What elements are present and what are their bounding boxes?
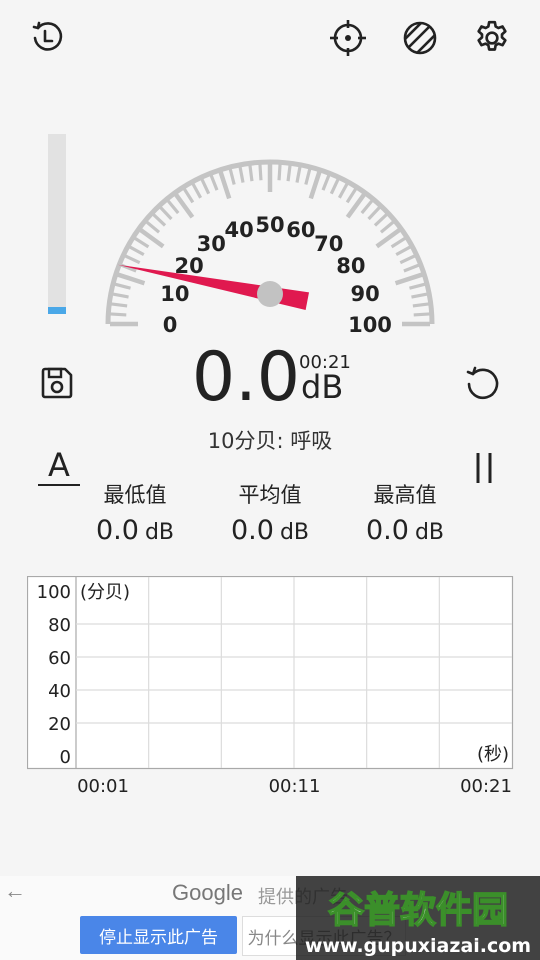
gauge-tick xyxy=(218,171,232,200)
theme-button[interactable] xyxy=(398,16,442,60)
stat-avg-label: 平均值 xyxy=(238,483,302,507)
gauge-tick xyxy=(159,206,173,221)
gauge-label: 0 xyxy=(163,313,178,333)
stat-avg: 平均值 0.0 dB xyxy=(200,480,340,554)
gauge-tick xyxy=(277,164,282,181)
stat-min: 最低值 0.0 dB xyxy=(65,480,205,554)
gauge-tick xyxy=(329,178,340,195)
gauge-tick xyxy=(124,254,141,265)
watermark-title: 谷普软件园 xyxy=(328,890,508,931)
level-meter-fill xyxy=(48,306,66,314)
chart-y-tick-label: 60 xyxy=(48,648,71,669)
gauge-tick xyxy=(248,165,254,182)
chart-y-label: (分贝) xyxy=(80,582,130,603)
chart-y-tick-label: 0 xyxy=(60,747,71,768)
gauge-label: 60 xyxy=(286,218,315,242)
gauge-tick xyxy=(399,254,416,265)
gauge-label: 70 xyxy=(314,232,343,256)
watermark-url: www.gupuxiazai.com xyxy=(305,935,531,957)
gauge-hub xyxy=(257,281,283,307)
gauge-tick xyxy=(209,174,219,191)
history-button[interactable] xyxy=(26,16,70,60)
gauge-label: 90 xyxy=(350,282,379,306)
chart-y-tick-label: 20 xyxy=(48,714,71,735)
crosshair-icon xyxy=(330,20,366,56)
stop-ad-button[interactable]: 停止显示此广告 xyxy=(80,916,237,954)
gear-icon xyxy=(477,20,507,51)
stat-avg-value: 0.0 dB xyxy=(230,515,309,546)
gauge-tick xyxy=(345,188,358,204)
gauge-tick xyxy=(394,272,423,286)
stat-min-label: 最低值 xyxy=(103,483,167,507)
gauge-label: 30 xyxy=(197,232,226,256)
gauge-tick xyxy=(200,178,211,195)
gauge-tick xyxy=(379,220,395,234)
chart-x-tick-label: 00:01 xyxy=(77,776,129,797)
gauge-label: 80 xyxy=(336,254,365,278)
chart-y-tick-label: 100 xyxy=(37,582,71,603)
gauge-tick xyxy=(228,168,236,185)
stat-min-value: 0.0 dB xyxy=(95,515,174,546)
gauge-tick xyxy=(258,164,263,181)
gauge-tick xyxy=(134,236,150,249)
ad-back-icon[interactable]: ← xyxy=(4,878,26,904)
sound-level-unit: dB xyxy=(301,368,344,406)
gauge-tick xyxy=(403,263,420,273)
gauge: 010203040 50 60708090100 xyxy=(105,159,435,333)
gauge-tick xyxy=(412,302,429,308)
watermark-logo: 谷普软件园 www.gupuxiazai.com xyxy=(296,876,540,960)
save-button[interactable] xyxy=(35,361,79,405)
calibrate-button[interactable] xyxy=(326,16,370,60)
chart-x-tick-label: 00:21 xyxy=(460,776,512,797)
gauge-tick xyxy=(129,245,145,257)
gauge-tick xyxy=(304,168,312,185)
sound-level-value: 0.0 xyxy=(191,338,300,417)
gauge-label: 40 xyxy=(224,218,253,242)
reset-icon xyxy=(466,366,499,400)
gauge-tick xyxy=(166,199,180,215)
gauge-tick xyxy=(114,282,131,290)
stat-max-label: 最高值 xyxy=(373,483,437,507)
chart-x-label: (秒) xyxy=(477,744,509,765)
gauge-label: 10 xyxy=(160,282,189,306)
stat-max: 最高值 0.0 dB xyxy=(335,480,475,554)
chart-y-tick-label: 40 xyxy=(48,681,71,702)
gauge-tick xyxy=(411,292,428,299)
gauge-tick xyxy=(145,220,161,234)
gauge-tick xyxy=(117,272,146,286)
gauge-tick xyxy=(295,166,302,183)
gauge-tick xyxy=(112,292,129,299)
gauge-tick xyxy=(337,183,349,199)
gauge-tick xyxy=(191,183,203,199)
level-description: 10分贝: 呼吸 xyxy=(207,429,333,453)
hatched-circle-icon xyxy=(403,21,437,55)
gauge-tick xyxy=(111,302,128,308)
gauge-tick xyxy=(308,171,322,200)
gauge-tick xyxy=(238,166,245,183)
gauge-tick xyxy=(286,165,292,182)
stat-max-value: 0.0 dB xyxy=(365,515,444,546)
gauge-tick xyxy=(413,312,430,317)
gauge-tick xyxy=(409,282,426,290)
reset-button[interactable] xyxy=(461,361,505,405)
save-icon xyxy=(41,367,73,399)
level-meter xyxy=(48,134,66,314)
settings-button[interactable] xyxy=(470,16,514,60)
gauge-tick xyxy=(110,312,127,317)
gauge-label: 100 xyxy=(348,313,392,333)
history-chart: 100 80 60 40 20 0 00:01 00:11 00:21 (分贝) (秒) xyxy=(27,576,514,797)
gauge-label: 50 xyxy=(255,213,284,237)
history-icon xyxy=(32,21,63,51)
gauge-tick xyxy=(360,199,374,215)
chart-x-tick-label: 00:11 xyxy=(269,776,321,797)
chart-y-tick-label: 80 xyxy=(48,615,71,636)
ad-google-logo: Google xyxy=(172,880,243,905)
gauge-tick xyxy=(152,213,167,227)
gauge-tick xyxy=(182,188,195,204)
gauge-tick xyxy=(395,245,411,257)
gauge-tick xyxy=(367,206,381,221)
gauge-tick xyxy=(390,236,406,249)
gauge-tick xyxy=(373,213,388,227)
gauge-tick xyxy=(321,174,331,191)
